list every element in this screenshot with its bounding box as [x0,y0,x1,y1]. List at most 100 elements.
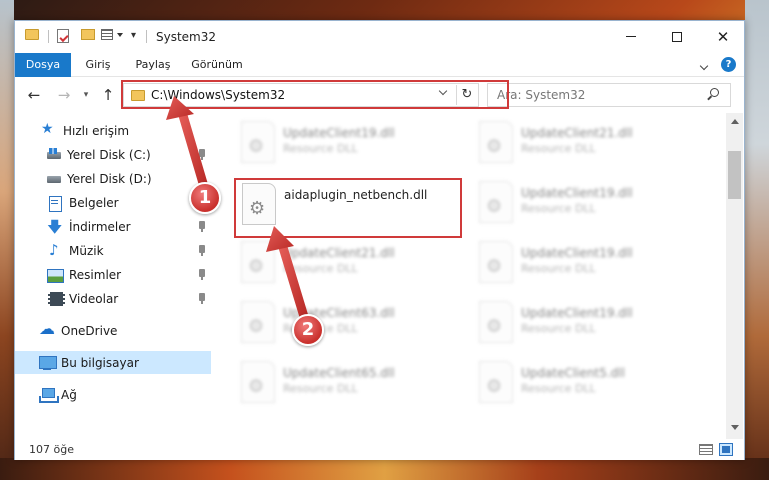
sidebar-item-quick-access[interactable]: Hızlı erişim [15,119,211,142]
file-item[interactable]: UpdateClient19.dll Resource DLL [471,297,699,355]
file-name: aidaplugin_netbench.dll [284,188,428,202]
ribbon-tabs: Dosya Giriş Paylaş Görünüm ? [15,53,744,77]
sidebar-item-pictures[interactable]: Resimler [15,263,211,286]
title-divider [146,30,147,43]
sidebar-item-label: Hızlı erişim [63,123,130,138]
tab-view[interactable]: Görünüm [191,53,243,77]
view-options-icon[interactable] [101,29,113,40]
file-type: Resource DLL [521,202,596,215]
details-view-icon[interactable] [699,444,713,455]
search-icon[interactable] [710,88,719,97]
new-folder-icon[interactable] [81,29,95,40]
sidebar-item-videos[interactable]: Videolar [15,287,211,310]
sidebar-item-label: Belgeler [69,195,119,210]
dll-file-icon [479,241,513,283]
address-dropdown-icon[interactable] [438,86,448,96]
refresh-button[interactable]: ↻ [456,85,477,105]
address-path[interactable]: C:\Windows\System32 [151,88,285,102]
dll-file-icon [479,181,513,223]
help-button[interactable]: ? [721,57,736,72]
sidebar-item-onedrive[interactable]: OneDrive [15,319,211,342]
navigation-bar: ← → ▾ ↑ C:\Windows\System32 ↻ Ara: Syste… [15,78,744,112]
file-item[interactable]: UpdateClient19.dll Resource DLL [471,177,699,235]
vertical-scrollbar[interactable] [726,113,743,439]
pin-icon[interactable] [199,221,205,232]
properties-icon[interactable] [57,29,69,43]
minimize-button[interactable] [608,21,654,52]
back-button[interactable]: ← [25,86,43,104]
scroll-down-icon[interactable] [731,425,739,430]
explorer-window: ▾ System32 ✕ Dosya Giriş Paylaş Görünüm … [14,20,745,460]
forward-button[interactable]: → [55,86,73,104]
sidebar-item-local-disk-c[interactable]: Yerel Disk (C:) [15,143,211,166]
network-icon [39,387,59,403]
file-item[interactable]: UpdateClient21.dll Resource DLL [471,117,699,175]
sidebar-item-music[interactable]: Müzik [15,239,211,262]
close-button[interactable]: ✕ [700,21,746,52]
quick-access-divider [48,30,49,43]
sidebar-item-downloads[interactable]: İndirmeler [15,215,211,242]
scroll-up-icon[interactable] [731,119,739,124]
sidebar-item-documents[interactable]: Belgeler [15,191,211,214]
file-name: UpdateClient21.dll [283,246,395,260]
step-2-badge: 2 [292,314,324,346]
sidebar-item-label: Müzik [69,243,104,258]
dll-file-icon [241,361,275,403]
pin-icon[interactable] [199,269,205,280]
up-button[interactable]: ↑ [99,86,117,104]
title-bar: ▾ System32 ✕ [15,21,744,53]
file-item[interactable]: UpdateClient65.dll Resource DLL [233,357,461,415]
step-1-badge: 1 [189,182,221,214]
maximize-button[interactable] [654,21,700,52]
file-item[interactable]: UpdateClient19.dll Resource DLL [471,237,699,295]
search-placeholder: Ara: System32 [497,88,586,102]
sidebar-item-label: Bu bilgisayar [61,355,139,370]
file-item[interactable]: UpdateClient19.dll Resource DLL [233,117,461,175]
pictures-icon [47,268,64,283]
file-name: UpdateClient21.dll [521,126,633,140]
file-name: UpdateClient19.dll [521,186,633,200]
music-icon [47,241,63,259]
file-type: Resource DLL [521,262,596,275]
chevron-down-icon[interactable] [117,33,123,37]
expand-ribbon-icon[interactable] [699,61,709,71]
file-item[interactable]: UpdateClient21.dll Resource DLL [233,237,461,295]
pin-icon[interactable] [199,149,205,160]
recent-locations-icon[interactable]: ▾ [77,86,95,104]
sidebar-item-network[interactable]: Ağ [15,383,211,406]
large-icons-view-icon[interactable] [719,443,733,456]
sidebar-item-label: Yerel Disk (D:) [67,171,152,186]
file-type: Resource DLL [283,262,358,275]
dll-file-icon [479,361,513,403]
search-input[interactable]: Ara: System32 [487,83,731,107]
file-name: UpdateClient5.dll [521,366,625,380]
pin-icon[interactable] [199,245,205,256]
pin-icon[interactable] [199,293,205,304]
download-icon [47,217,63,242]
sidebar-item-local-disk-d[interactable]: Yerel Disk (D:) [15,167,211,190]
file-item-highlighted[interactable]: aidaplugin_netbench.dll [234,179,462,237]
drive-icon [47,147,61,162]
file-item[interactable]: UpdateClient5.dll Resource DLL [471,357,699,415]
sidebar-item-this-pc[interactable]: Bu bilgisayar [15,351,211,374]
file-name: UpdateClient19.dll [521,306,633,320]
address-bar[interactable]: C:\Windows\System32 ↻ [123,83,479,107]
file-name: UpdateClient19.dll [521,246,633,260]
folder-icon [131,90,145,101]
drive-icon [47,172,61,186]
tab-home[interactable]: Giriş [83,53,113,77]
file-type: Resource DLL [283,382,358,395]
tab-file[interactable]: Dosya [15,53,71,77]
tab-share[interactable]: Paylaş [133,53,173,77]
navigation-pane: Hızlı erişim Yerel Disk (C:) Yerel Disk … [15,115,211,435]
scrollbar-thumb[interactable] [728,151,741,199]
file-type: Resource DLL [521,322,596,335]
dll-file-icon [241,121,275,163]
dll-file-icon [242,183,276,225]
sidebar-item-label: Yerel Disk (C:) [67,147,151,162]
computer-icon [39,355,57,370]
item-count: 107 öğe [29,443,74,456]
desktop-background-bottom [0,458,769,480]
customize-toolbar-icon[interactable]: ▾ [131,30,136,42]
file-item[interactable]: UpdateClient63.dll Resource DLL [233,297,461,355]
